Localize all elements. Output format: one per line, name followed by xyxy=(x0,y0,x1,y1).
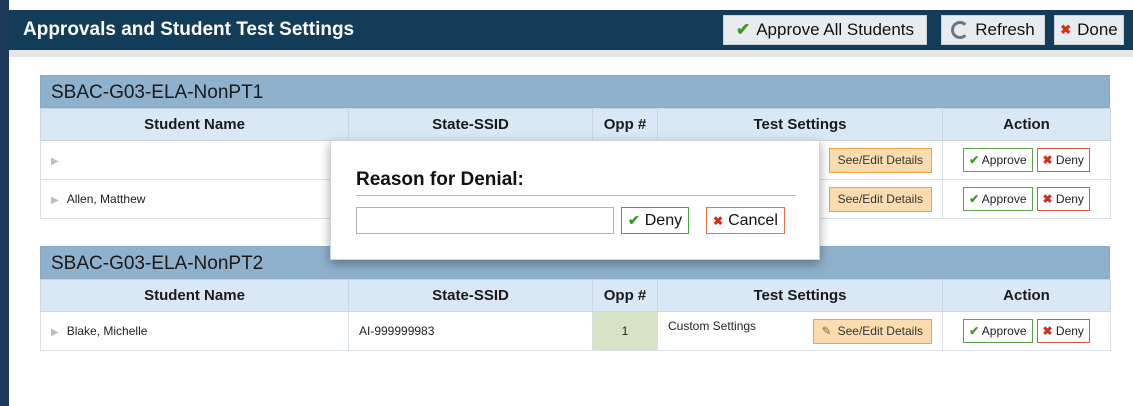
col-student-name[interactable]: Student Name xyxy=(40,279,349,312)
students-table: Student Name State-SSID Opp # Test Setti… xyxy=(40,279,1111,351)
student-cell: ▶ xyxy=(40,140,349,180)
dialog-deny-button[interactable]: ✔ Deny xyxy=(621,207,690,234)
settings-label: Custom Settings xyxy=(668,318,757,333)
approve-all-button[interactable]: ✔ Approve All Students xyxy=(723,15,927,45)
col-student-name[interactable]: Student Name xyxy=(40,108,349,141)
close-icon: ✖ xyxy=(1042,192,1053,206)
header-shadow xyxy=(9,50,1133,57)
dialog-deny-label: Deny xyxy=(644,211,683,229)
see-edit-label: See/Edit Details xyxy=(837,191,923,206)
expand-icon[interactable]: ▶ xyxy=(51,156,59,167)
approve-label: Approve xyxy=(981,192,1027,206)
close-icon: ✖ xyxy=(1042,324,1053,338)
refresh-icon xyxy=(951,21,970,39)
approve-button[interactable]: ✔ Approve xyxy=(963,148,1033,172)
divider xyxy=(356,195,796,196)
student-name: Allen, Matthew xyxy=(66,192,146,206)
settings-cell: Custom Settings ✎ See/Edit Details xyxy=(657,311,943,351)
student-cell: ▶ Blake, Michelle xyxy=(40,311,349,351)
check-icon: ✔ xyxy=(628,212,640,228)
column-header-row: Student Name State-SSID Opp # Test Setti… xyxy=(40,108,1111,141)
header-bar: Approvals and Student Test Settings ✔ Ap… xyxy=(9,10,1133,50)
col-opp[interactable]: Opp # xyxy=(592,279,658,312)
col-action: Action xyxy=(942,108,1111,141)
approve-label: Approve xyxy=(981,153,1027,167)
refresh-button[interactable]: Refresh xyxy=(941,15,1045,45)
close-icon: ✖ xyxy=(1042,153,1053,167)
left-border xyxy=(0,0,9,406)
deny-button[interactable]: ✖ Deny xyxy=(1036,187,1090,211)
col-test-settings[interactable]: Test Settings xyxy=(657,279,943,312)
col-action: Action xyxy=(942,279,1111,312)
action-cell: ✔ Approve ✖ Deny xyxy=(942,179,1111,219)
col-state-ssid[interactable]: State-SSID xyxy=(348,108,593,141)
test-section-2: SBAC-G03-ELA-NonPT2 Student Name State-S… xyxy=(40,246,1111,351)
deny-label: Deny xyxy=(1055,153,1084,167)
approve-label: Approve xyxy=(981,324,1027,338)
col-opp[interactable]: Opp # xyxy=(592,108,658,141)
page-title: Approvals and Student Test Settings xyxy=(23,19,355,40)
see-edit-label: See/Edit Details xyxy=(837,323,923,338)
close-icon: ✖ xyxy=(713,213,724,228)
check-icon: ✔ xyxy=(969,324,980,338)
deny-label: Deny xyxy=(1055,192,1084,206)
check-icon: ✔ xyxy=(735,20,751,39)
approve-all-label: Approve All Students xyxy=(756,20,915,39)
check-icon: ✔ xyxy=(969,153,980,167)
dialog-cancel-label: Cancel xyxy=(728,211,778,229)
action-cell: ✔ Approve ✖ Deny xyxy=(942,140,1111,180)
pencil-icon: ✎ xyxy=(821,323,832,338)
see-edit-label: See/Edit Details xyxy=(837,152,923,167)
approve-button[interactable]: ✔ Approve xyxy=(963,187,1033,211)
student-cell: ▶ Allen, Matthew xyxy=(40,179,349,219)
opp-cell: 1 xyxy=(592,311,658,351)
deny-label: Deny xyxy=(1055,324,1084,338)
deny-button[interactable]: ✖ Deny xyxy=(1036,148,1090,172)
done-label: Done xyxy=(1077,20,1118,39)
see-edit-details-button[interactable]: See/Edit Details xyxy=(828,147,932,173)
denial-reason-input[interactable] xyxy=(356,207,614,234)
check-icon: ✔ xyxy=(969,192,980,206)
approve-button[interactable]: ✔ Approve xyxy=(963,319,1033,343)
deny-button[interactable]: ✖ Deny xyxy=(1036,319,1090,343)
student-name: Blake, Michelle xyxy=(66,324,148,338)
see-edit-details-button[interactable]: ✎ See/Edit Details xyxy=(812,318,932,344)
denial-reason-dialog: Reason for Denial: ✔ Deny ✖ Cancel xyxy=(330,140,820,260)
table-row: ▶ Blake, Michelle AI-999999983 1 Custom S… xyxy=(40,311,1111,351)
col-test-settings[interactable]: Test Settings xyxy=(657,108,943,141)
dialog-cancel-button[interactable]: ✖ Cancel xyxy=(706,207,785,234)
dialog-title: Reason for Denial: xyxy=(356,169,524,190)
approvals-window: Approvals and Student Test Settings ✔ Ap… xyxy=(0,0,1133,406)
col-state-ssid[interactable]: State-SSID xyxy=(348,279,593,312)
expand-icon[interactable]: ▶ xyxy=(51,327,59,338)
action-cell: ✔ Approve ✖ Deny xyxy=(942,311,1111,351)
done-button[interactable]: ✖ Done xyxy=(1054,15,1124,45)
expand-icon[interactable]: ▶ xyxy=(51,195,59,206)
close-icon: ✖ xyxy=(1060,22,1072,37)
column-header-row: Student Name State-SSID Opp # Test Setti… xyxy=(40,279,1111,312)
see-edit-details-button[interactable]: See/Edit Details xyxy=(828,186,932,212)
section-title: SBAC-G03-ELA-NonPT1 xyxy=(40,75,1110,108)
ssid-cell: AI-999999983 xyxy=(348,311,593,351)
refresh-label: Refresh xyxy=(975,20,1035,39)
